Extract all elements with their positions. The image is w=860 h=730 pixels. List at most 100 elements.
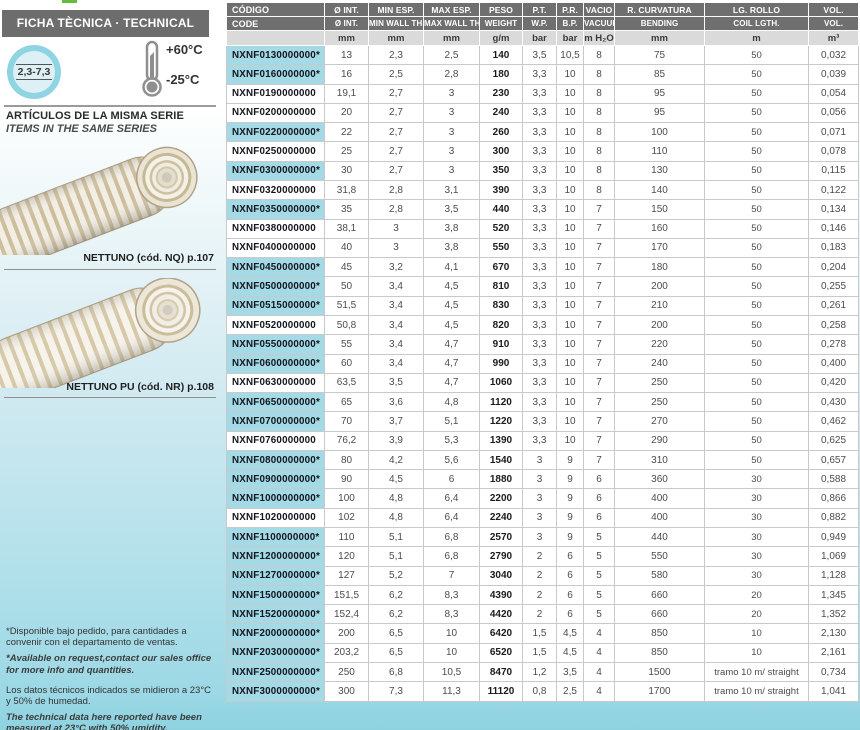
- table-row: NXNF10200000001024,86,42240396400300,882: [227, 508, 859, 527]
- header-row-es-cell: MAX ESP.: [424, 3, 480, 17]
- units-row-cell: g/m: [480, 31, 523, 46]
- value-cell: 6,8: [424, 547, 480, 566]
- value-cell: 5: [584, 547, 615, 566]
- value-cell: 4,5: [557, 624, 584, 643]
- value-cell: 0,8: [523, 682, 557, 702]
- value-cell: 110: [325, 528, 369, 547]
- value-cell: 0,657: [809, 450, 859, 469]
- value-cell: 110: [615, 142, 705, 161]
- table-row: NXNF019000000019,12,732303,310895500,054: [227, 84, 859, 103]
- header-row-en-cell: VOL.: [809, 17, 859, 31]
- value-cell: 85: [615, 65, 705, 84]
- value-cell: 3,3: [523, 103, 557, 122]
- value-cell: 10: [557, 412, 584, 431]
- table-row: NXNF1270000000*1275,273040265580301,128: [227, 566, 859, 585]
- header-row-es: CÓDIGOØ INT.MIN ESP.MAX ESP.PESOP.T.P.R.…: [227, 3, 859, 17]
- table-row: NXNF1000000000*1004,86,42200396400300,86…: [227, 489, 859, 508]
- value-cell: 140: [615, 180, 705, 199]
- value-cell: 10: [557, 238, 584, 257]
- value-cell: 10: [557, 393, 584, 412]
- wall-thickness-range: 2,3-7,3: [16, 64, 53, 80]
- value-cell: 10: [557, 373, 584, 392]
- value-cell: 7: [584, 277, 615, 296]
- value-cell: 11,3: [424, 682, 480, 702]
- value-cell: 2,7: [369, 123, 424, 142]
- header-row-en-cell: CODE: [227, 17, 325, 31]
- value-cell: 95: [615, 84, 705, 103]
- value-cell: 120: [325, 547, 369, 566]
- temperature-max: +60°C: [166, 42, 203, 57]
- value-cell: 820: [480, 315, 523, 334]
- value-cell: 5,2: [369, 566, 424, 585]
- value-cell: 5: [584, 585, 615, 604]
- value-cell: 10: [557, 200, 584, 219]
- related-item-caption-nettuno-pu: NETTUNO PU (cód. NR) p.108: [66, 381, 214, 393]
- value-cell: 19,1: [325, 84, 369, 103]
- value-cell: 102: [325, 508, 369, 527]
- value-cell: 50: [705, 238, 809, 257]
- value-cell: 1,352: [809, 605, 859, 624]
- units-row-cell: m³: [809, 31, 859, 46]
- value-cell: 2,7: [369, 84, 424, 103]
- product-code-cell: NXNF0760000000: [227, 431, 325, 450]
- value-cell: 10,5: [424, 663, 480, 682]
- value-cell: 3: [424, 103, 480, 122]
- header-row-es-cell: PESO: [480, 3, 523, 17]
- value-cell: 2570: [480, 528, 523, 547]
- value-cell: 10: [557, 315, 584, 334]
- value-cell: 3,4: [369, 315, 424, 334]
- value-cell: 2,3: [369, 46, 424, 65]
- technical-data-table: CÓDIGOØ INT.MIN ESP.MAX ESP.PESOP.T.P.R.…: [226, 2, 859, 702]
- value-cell: 9: [557, 508, 584, 527]
- value-cell: 1540: [480, 450, 523, 469]
- value-cell: 1880: [480, 470, 523, 489]
- table-row: NXNF3000000000*3007,311,3111200,82,54170…: [227, 682, 859, 702]
- value-cell: 1,041: [809, 682, 859, 702]
- value-cell: 50,8: [325, 315, 369, 334]
- value-cell: 8: [584, 123, 615, 142]
- value-cell: 30: [705, 528, 809, 547]
- value-cell: 0,115: [809, 161, 859, 180]
- value-cell: 250: [325, 663, 369, 682]
- header-row-en-cell: VACUUM: [584, 17, 615, 31]
- header-row-en-cell: COIL LGTH.: [705, 17, 809, 31]
- value-cell: 130: [615, 161, 705, 180]
- table-row: NXNF0250000000252,733003,3108110500,078: [227, 142, 859, 161]
- value-cell: 3,3: [523, 277, 557, 296]
- product-code-cell: NXNF0160000000*: [227, 65, 325, 84]
- table-row: NXNF2030000000*203,26,51065201,54,548501…: [227, 643, 859, 662]
- product-code-cell: NXNF0220000000*: [227, 123, 325, 142]
- value-cell: 7: [584, 296, 615, 315]
- units-row-cell: mm: [615, 31, 705, 46]
- value-cell: 55: [325, 335, 369, 354]
- value-cell: 2,8: [369, 200, 424, 219]
- value-cell: 10: [557, 103, 584, 122]
- value-cell: 7: [584, 354, 615, 373]
- value-cell: 3,1: [424, 180, 480, 199]
- value-cell: 3,3: [523, 200, 557, 219]
- value-cell: 6,8: [369, 663, 424, 682]
- value-cell: 0,071: [809, 123, 859, 142]
- value-cell: 6: [584, 508, 615, 527]
- value-cell: 210: [615, 296, 705, 315]
- value-cell: 4,5: [424, 296, 480, 315]
- product-code-cell: NXNF0630000000: [227, 373, 325, 392]
- hose-image-nettuno: [0, 145, 216, 255]
- value-cell: 4,5: [424, 277, 480, 296]
- value-cell: 35: [325, 200, 369, 219]
- value-cell: 100: [615, 123, 705, 142]
- value-cell: 260: [480, 123, 523, 142]
- value-cell: 1,345: [809, 585, 859, 604]
- value-cell: 0,258: [809, 315, 859, 334]
- value-cell: 6,2: [369, 605, 424, 624]
- value-cell: 400: [615, 489, 705, 508]
- product-code-cell: NXNF0900000000*: [227, 470, 325, 489]
- value-cell: 60: [325, 354, 369, 373]
- value-cell: 2,161: [809, 643, 859, 662]
- value-cell: 1,128: [809, 566, 859, 585]
- value-cell: 0,146: [809, 219, 859, 238]
- value-cell: 4,7: [424, 373, 480, 392]
- value-cell: 50: [705, 393, 809, 412]
- value-cell: 11120: [480, 682, 523, 702]
- header-row-es-cell: R. CURVATURA: [615, 3, 705, 17]
